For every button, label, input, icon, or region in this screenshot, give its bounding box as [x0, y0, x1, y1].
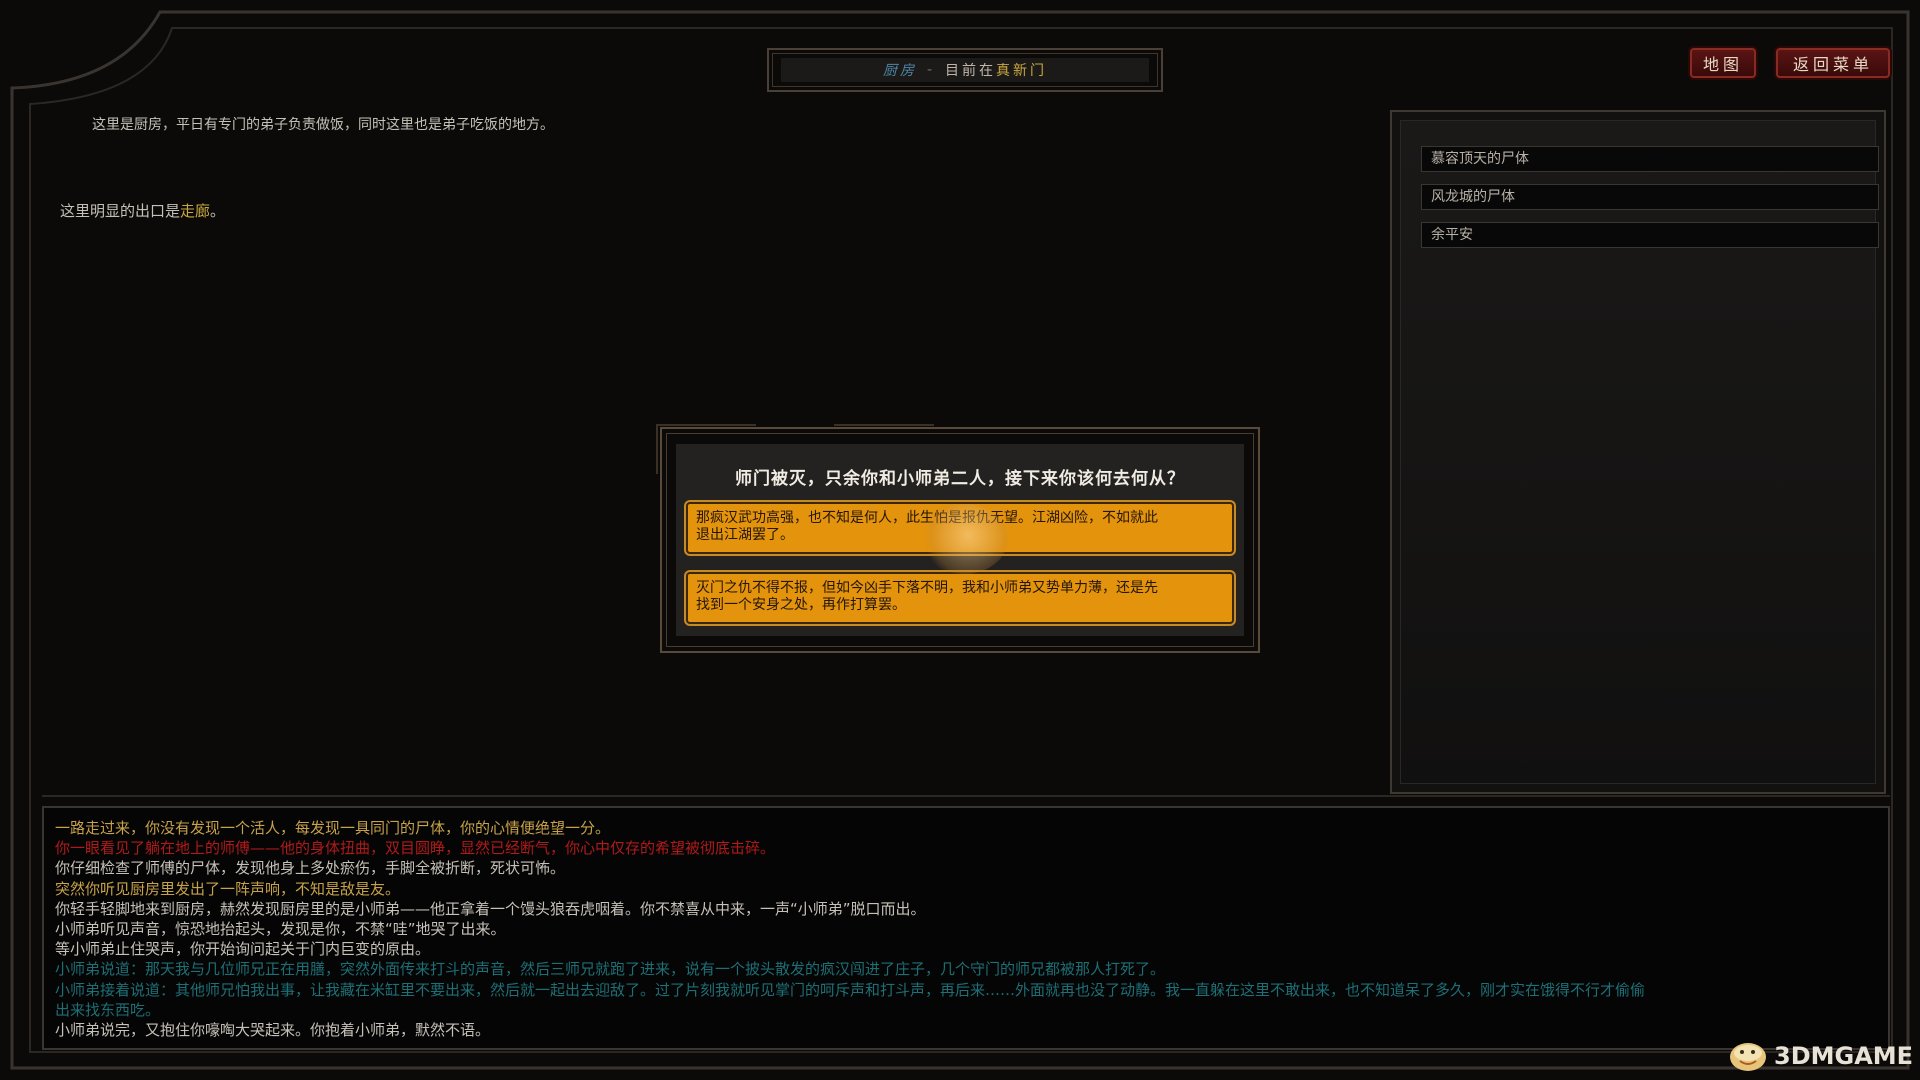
- exit-corridor-link[interactable]: 走廊: [180, 202, 210, 220]
- log-line: 小师弟说道：那天我与几位师兄正在用膳，突然外面传来打斗的声音，然后三师兄就跑了进…: [55, 960, 1166, 979]
- title-separator: -: [926, 62, 936, 78]
- sect-name: 真新门: [996, 63, 1048, 79]
- room-name: 厨房: [882, 63, 917, 79]
- log-line: 小师弟接着说道：其他师兄怕我出事，让我藏在米缸里不要出来，然后就一起出去迎敌了。…: [55, 980, 1646, 999]
- log-line: 一路走过来，你没有发现一个活人，每发现一具同门的尸体，你的心情便绝望一分。: [55, 819, 611, 837]
- choice-option-shelter[interactable]: 灭门之仇不得不报，但如今凶手下落不明，我和小师弟又势单力薄，还是先 找到一个安身…: [686, 572, 1234, 624]
- log-line: 等小师弟止住哭声，你开始询问起关于门内巨变的原由。: [55, 940, 431, 959]
- log-line: 你一眼看见了躺在地上的师傅——他的身体扭曲，双目圆睁，显然已经断气，你心中仅存的…: [55, 839, 776, 858]
- object-item[interactable]: 风龙城的尸体: [1421, 184, 1879, 210]
- exits-prefix: 这里明显的出口是: [60, 202, 181, 220]
- log-line: 出来找东西吃。: [55, 1000, 161, 1019]
- exits-suffix: 。: [210, 202, 226, 220]
- watermark-text: 3DMGAME: [1774, 1042, 1914, 1070]
- log-line: 小师弟说完，又抱住你嚎啕大哭起来。你抱着小师弟，默然不语。: [55, 1021, 491, 1040]
- status-label: 目前在: [945, 63, 997, 79]
- log-line: 小师弟听见声音，惊恐地抬起头，发现是你，不禁“哇”地哭了出来。: [55, 920, 506, 939]
- choice-text-line: 灭门之仇不得不报，但如今凶手下落不明，我和小师弟又势单力薄，还是先: [696, 580, 1158, 596]
- message-log: 一路走过来，你没有发现一个活人，每发现一具同门的尸体，你的心情便绝望一分。 你一…: [42, 806, 1890, 1050]
- room-exits: 这里明显的出口是走廊。: [60, 200, 225, 221]
- object-item[interactable]: 慕容顶天的尸体: [1421, 146, 1879, 172]
- return-menu-button[interactable]: 返回菜单: [1776, 48, 1890, 78]
- location-status: 目前在真新门: [945, 60, 1047, 80]
- log-line: 你仔细检查了师傅的尸体，发现他身上多处瘀伤，手脚全被折断，死状可怖。: [55, 859, 566, 878]
- location-title: 厨房 - 目前在真新门: [767, 48, 1163, 92]
- mascot-logo-icon: [1730, 1043, 1766, 1071]
- map-button[interactable]: 地图: [1690, 48, 1756, 78]
- log-line: 你轻手轻脚地来到厨房，赫然发现厨房里的是小师弟——他正拿着一个馒头狼吞虎咽着。你…: [55, 899, 926, 918]
- dialog-question: 师门被灭，只余你和小师弟二人，接下来你该何去何从？: [735, 469, 1185, 489]
- object-panel: 慕容顶天的尸体 风龙城的尸体 余平安: [1390, 110, 1886, 794]
- room-description: 这里是厨房，平日有专门的弟子负责做饭，同时这里也是弟子吃饭的地方。: [92, 117, 554, 133]
- object-item[interactable]: 余平安: [1421, 222, 1879, 248]
- location-title-inner: 厨房 - 目前在真新门: [781, 58, 1149, 82]
- watermark: 3DMGAME: [1724, 1036, 1913, 1076]
- object-panel-inner: 慕容顶天的尸体 风龙城的尸体 余平安: [1400, 120, 1879, 784]
- cursor-icon: [920, 504, 1008, 574]
- choice-text-line: 找到一个安身之处，再作打算罢。: [696, 597, 906, 613]
- log-line: 突然你听见厨房里发出了一阵声响，不知是敌是友。: [55, 879, 401, 898]
